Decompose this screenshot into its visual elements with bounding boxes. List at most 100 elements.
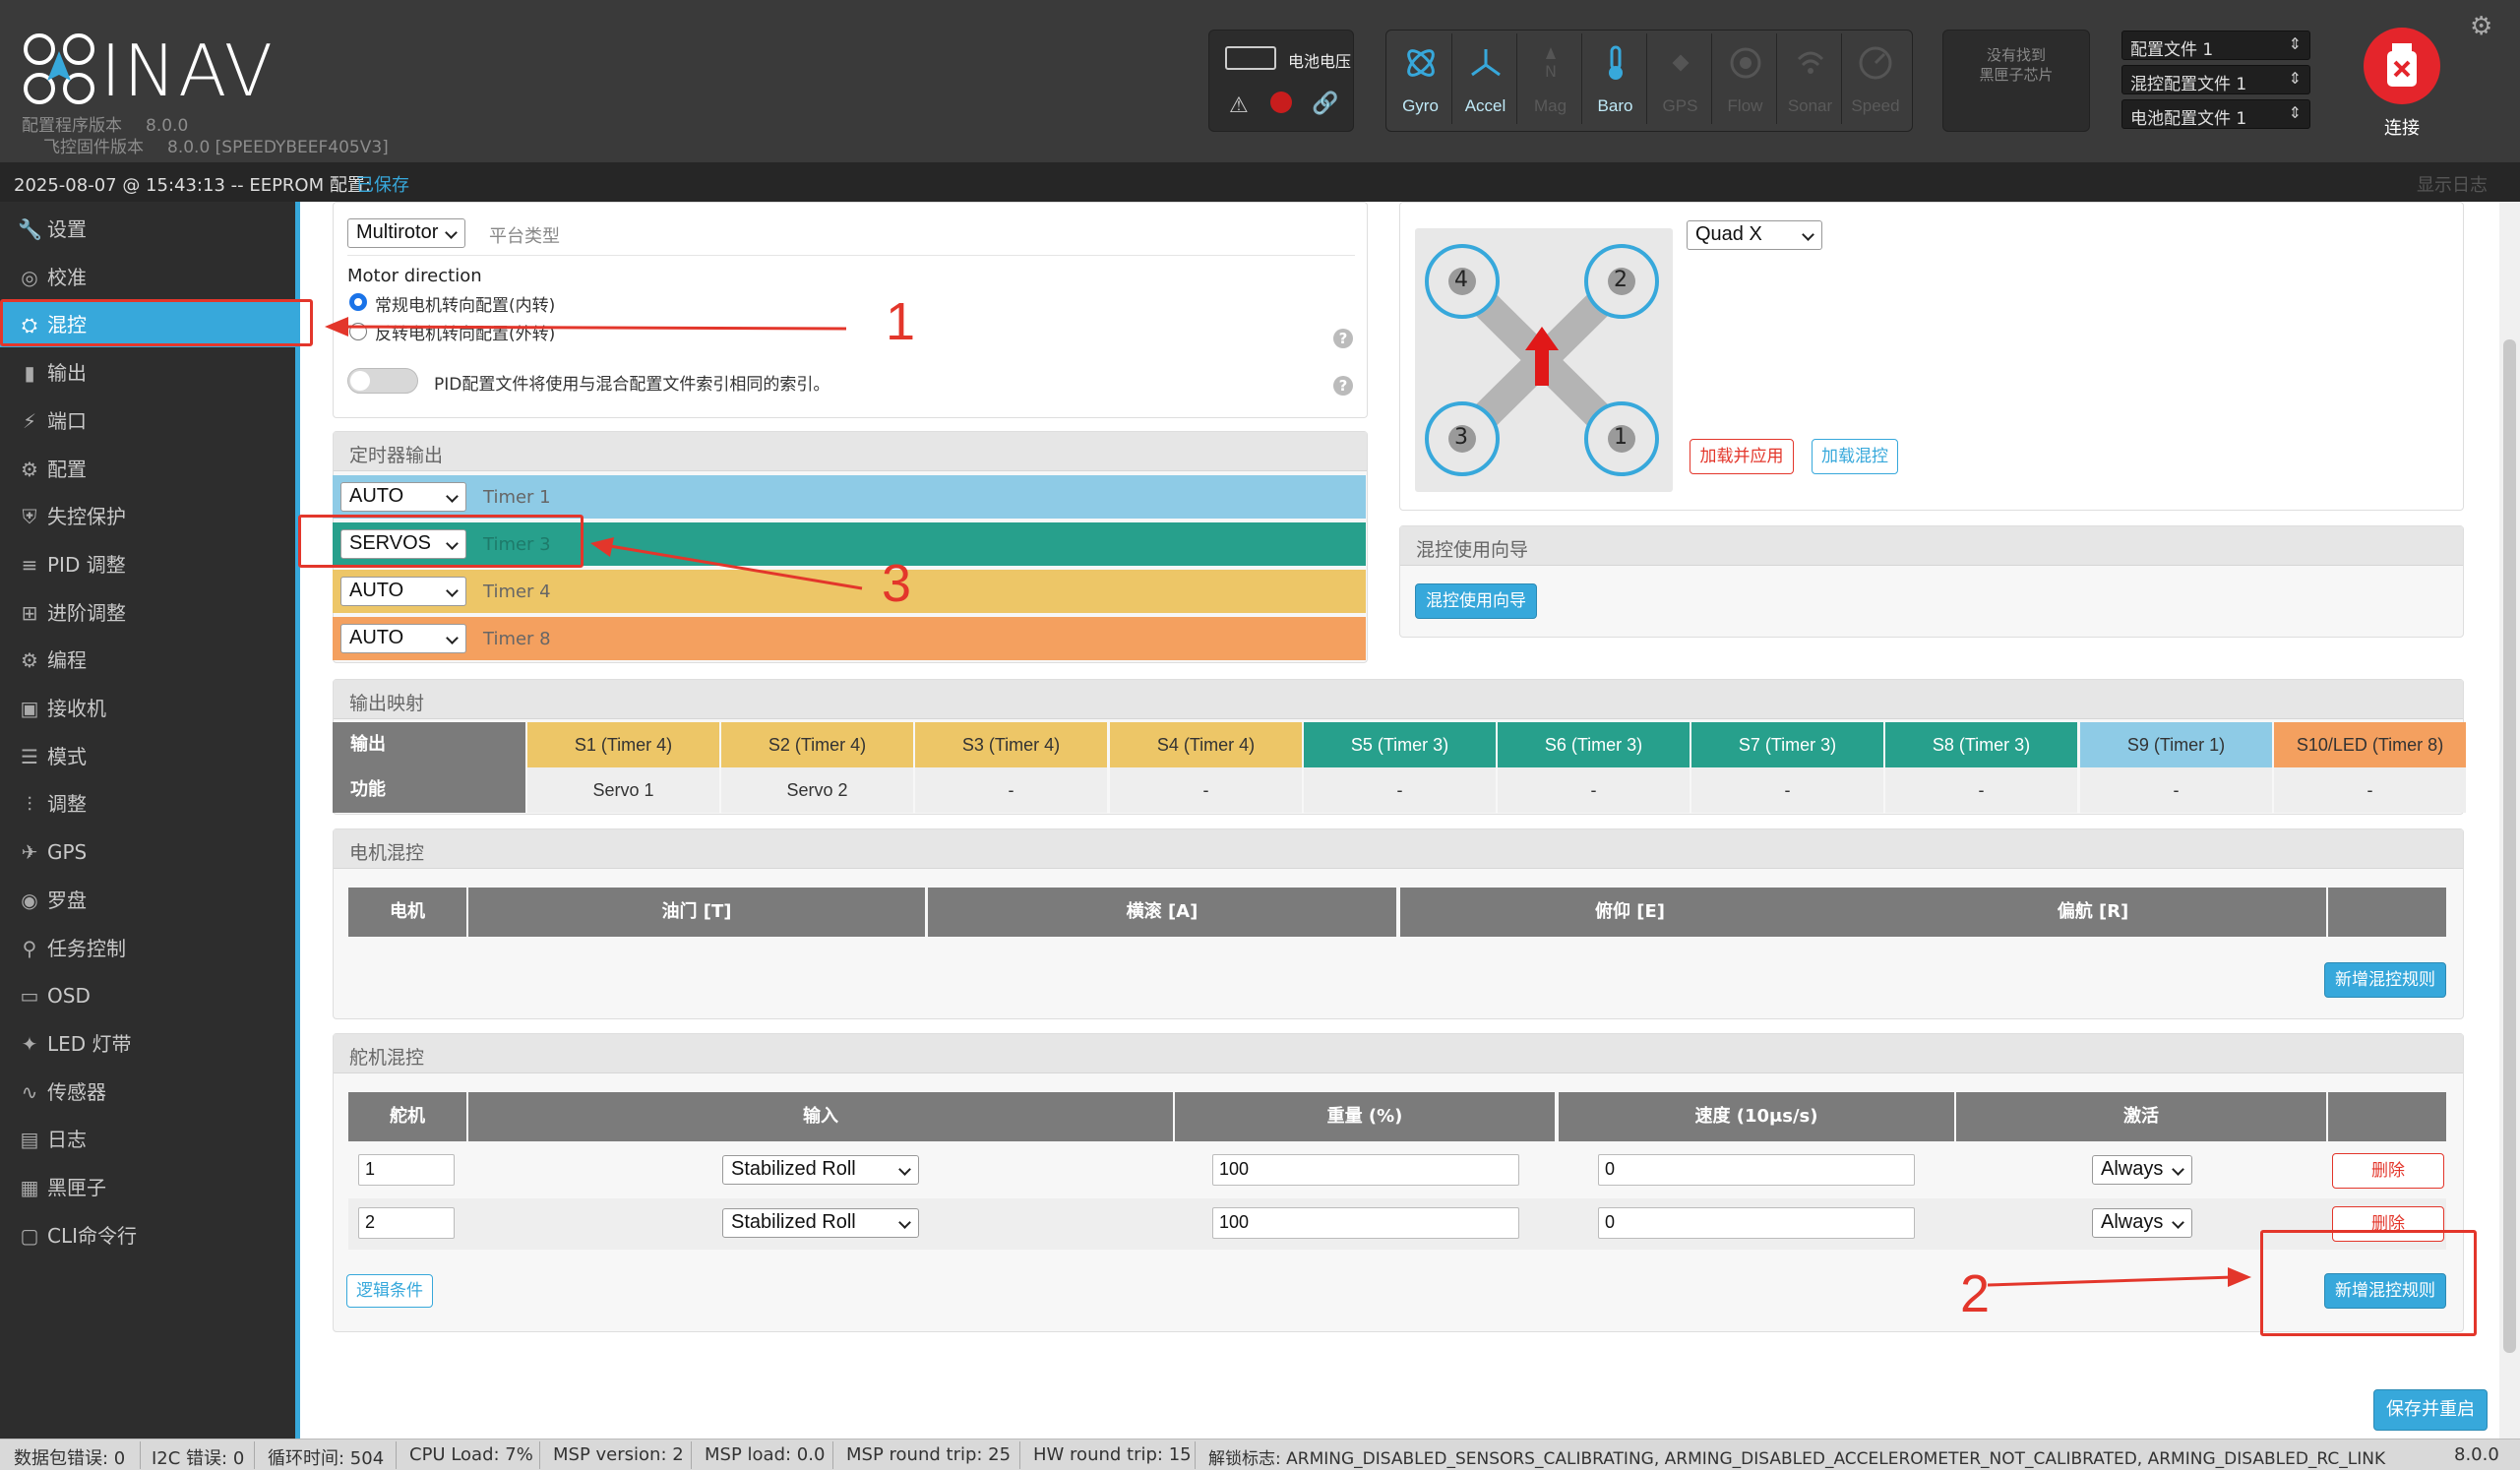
warning-icon: ⚠ xyxy=(1229,93,1249,118)
sidebar-item[interactable]: ▮ 输出 xyxy=(0,350,295,396)
servo-speed-input[interactable]: 0 xyxy=(1598,1207,1915,1239)
wrench-icon: 🔧 xyxy=(18,217,42,241)
servo-activate-select[interactable]: Always xyxy=(2092,1208,2192,1238)
servo-mixer-title: 舵机混控 xyxy=(334,1034,2463,1073)
sidebar-item-label: 任务控制 xyxy=(47,937,126,960)
servo-weight-input[interactable]: 100 xyxy=(1212,1154,1519,1186)
sidebar-item[interactable]: ⛨ 失控保护 xyxy=(0,494,295,539)
eeprom-status-text: 2025-08-07 @ 15:43:13 -- EEPROM 配置: xyxy=(14,175,371,196)
servo-input-select[interactable]: Stabilized Roll xyxy=(722,1208,919,1238)
hw-round-trip: HW round trip: 15 xyxy=(1033,1444,1192,1465)
platform-type-select[interactable]: Multirotor xyxy=(347,218,465,248)
timer-mode-select[interactable]: AUTO xyxy=(340,482,466,512)
baro-sensor: Baro xyxy=(1584,33,1647,124)
sidebar-item[interactable]: ▤ 日志 xyxy=(0,1117,295,1162)
divider xyxy=(347,255,1355,256)
show-log-link[interactable]: 显示日志 xyxy=(2417,171,2488,197)
load-mixer-button[interactable]: 加载混控 xyxy=(1812,439,1898,474)
servo-speed-input[interactable]: 0 xyxy=(1598,1154,1915,1186)
timer-output-row: AUTO Timer 8 xyxy=(333,617,1366,660)
mission-icon: ⚲ xyxy=(22,937,37,960)
servo-mix-header: 输入 xyxy=(468,1092,1173,1141)
function-cell: Servo 2 xyxy=(721,767,913,813)
output-cell: S1 (Timer 4) xyxy=(527,722,719,767)
sidebar-item[interactable]: ⚡ 端口 xyxy=(0,398,295,444)
sidebar-item[interactable]: ▢ CLI命令行 xyxy=(0,1213,295,1258)
help-icon[interactable]: ? xyxy=(1333,329,1353,348)
sidebar-item-label: GPS xyxy=(47,840,88,864)
function-row-header: 功能 xyxy=(333,767,525,813)
sidebar-item-label: 进阶调整 xyxy=(47,601,126,625)
sidebar-item[interactable]: ✦ LED 灯带 xyxy=(0,1021,295,1067)
load-and-apply-button[interactable]: 加载并应用 xyxy=(1690,439,1794,474)
profile-select[interactable]: 配置文件 1 xyxy=(2121,31,2310,60)
sidebar-item[interactable]: ∿ 传感器 xyxy=(0,1070,295,1115)
sidebar-item-label: 罗盘 xyxy=(47,888,87,912)
platform-type-label: 平台类型 xyxy=(489,226,560,247)
sidebar-item[interactable]: 🔧 设置 xyxy=(0,207,295,252)
sidebar-item-label: 输出 xyxy=(47,361,87,385)
sidebar-item[interactable]: ▦ 黑匣子 xyxy=(0,1165,295,1210)
output-cell: S6 (Timer 3) xyxy=(1498,722,1690,767)
timer-label: Timer 1 xyxy=(483,487,551,508)
firmware-version: 飞控固件版本 8.0.0 [SPEEDYBEEF405V3] xyxy=(43,138,389,157)
add-motor-mix-rule-button[interactable]: 新增混控规则 xyxy=(2324,962,2446,998)
sidebar-item[interactable]: ≡ PID 调整 xyxy=(0,542,295,587)
output-row-header: 输出 xyxy=(333,722,525,767)
motor-direction-title: Motor direction xyxy=(347,266,482,286)
timer-outputs-title: 定时器输出 xyxy=(334,432,1367,471)
failsafe-icon: ⛨ xyxy=(22,505,37,528)
mixer-wizard-button[interactable]: 混控使用向导 xyxy=(1415,583,1537,619)
scrollbar-track[interactable] xyxy=(2499,202,2520,1439)
output-cell: S2 (Timer 4) xyxy=(721,722,913,767)
mag-sensor: N Mag xyxy=(1519,33,1582,124)
connect-button[interactable] xyxy=(2364,28,2440,104)
servo-input-select[interactable]: Stabilized Roll xyxy=(722,1155,919,1185)
settings-gear-icon[interactable]: ⚙ xyxy=(2470,12,2492,41)
sidebar-item-label: 设置 xyxy=(47,217,87,241)
sidebar-item[interactable]: ☰ 模式 xyxy=(0,734,295,779)
logic-conditions-button[interactable]: 逻辑条件 xyxy=(346,1274,433,1308)
sidebar-item[interactable]: ◉ 罗盘 xyxy=(0,878,295,923)
accel-sensor: Accel xyxy=(1454,33,1517,124)
sidebar-item[interactable]: ⚙ 配置 xyxy=(0,447,295,492)
servo-weight-input[interactable]: 100 xyxy=(1212,1207,1519,1239)
sidebar-item[interactable]: ▭ OSD xyxy=(0,973,295,1018)
advanced-tuning-icon: ⊞ xyxy=(21,601,38,625)
cli-icon: ▢ xyxy=(20,1224,39,1248)
usb-icon xyxy=(2387,43,2417,87)
timer-mode-select[interactable]: AUTO xyxy=(340,577,466,606)
sidebar-item[interactable]: ⊞ 进阶调整 xyxy=(0,590,295,636)
servo-activate-select[interactable]: Always xyxy=(2092,1155,2192,1185)
motor-number-label: 1 xyxy=(1614,425,1628,450)
mixer-preset-select[interactable]: Quad X xyxy=(1687,220,1822,250)
timer-mode-select[interactable]: AUTO xyxy=(340,624,466,653)
function-cell: - xyxy=(2080,767,2272,813)
annotation-arrow-2 xyxy=(1988,1267,2251,1287)
sidebar-item[interactable]: ✈ GPS xyxy=(0,829,295,875)
annotation-arrow-3 xyxy=(590,537,863,590)
sidebar-item[interactable]: ▣ 接收机 xyxy=(0,686,295,731)
sidebar-item[interactable]: ⚲ 任务控制 xyxy=(0,926,295,971)
help-icon[interactable]: ? xyxy=(1333,376,1353,396)
mag-icon: N xyxy=(1545,47,1556,81)
app-header: INAV 配置程序版本 8.0.0 飞控固件版本 8.0.0 [SPEEDYBEEF… xyxy=(0,0,2520,162)
servo-number-input[interactable]: 1 xyxy=(358,1154,455,1186)
sidebar-item[interactable]: ⫶ 调整 xyxy=(0,781,295,827)
mixer-profile-select[interactable]: 混控配置文件 1 xyxy=(2121,65,2310,94)
servo-mix-header: 重量 (%) xyxy=(1175,1092,1555,1141)
sidebar-item[interactable]: ◎ 校准 xyxy=(0,255,295,300)
function-cell: - xyxy=(1885,767,2077,813)
inav-logo: INAV xyxy=(20,30,276,113)
servo-number-input[interactable]: 2 xyxy=(358,1207,455,1239)
gyro-icon xyxy=(1406,49,1435,77)
sidebar-item-label: 传感器 xyxy=(47,1080,106,1104)
save-and-reboot-button[interactable]: 保存并重启 xyxy=(2373,1389,2488,1431)
battery-profile-select[interactable]: 电池配置文件 1 xyxy=(2121,99,2310,129)
function-cell: - xyxy=(2274,767,2466,813)
scrollbar-thumb[interactable] xyxy=(2503,339,2516,1353)
pid-profile-toggle[interactable] xyxy=(347,368,418,394)
sidebar-item[interactable]: ⚙ 编程 xyxy=(0,638,295,683)
motor-number-label: 4 xyxy=(1454,268,1468,292)
delete-servo-rule-button[interactable]: 删除 xyxy=(2332,1153,2444,1189)
